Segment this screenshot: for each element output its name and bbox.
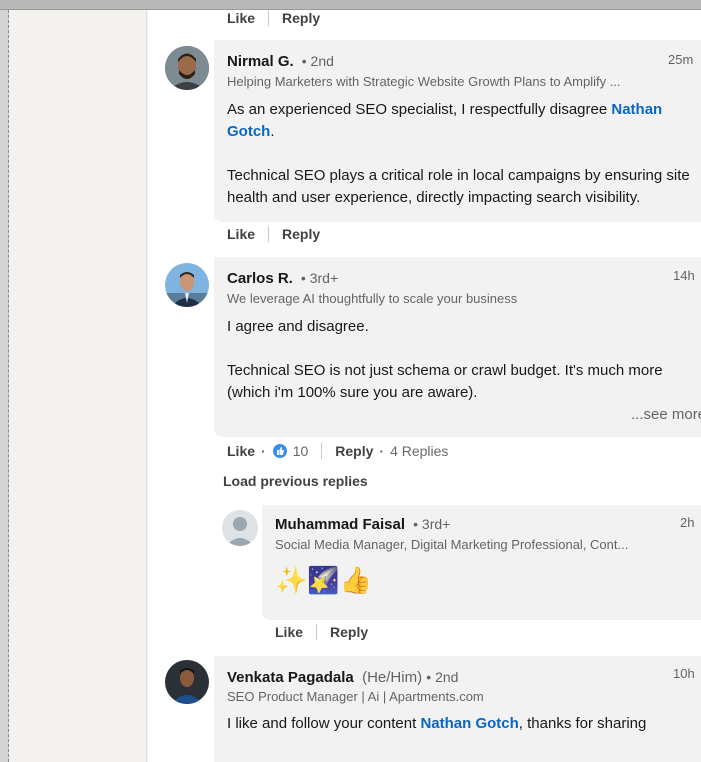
connection-degree: • 2nd: [426, 669, 459, 685]
comment-paragraph: Technical SEO is not just schema or craw…: [227, 362, 663, 401]
default-avatar-icon: [222, 510, 258, 546]
commenter-name-text[interactable]: Muhammad Faisal: [275, 516, 405, 533]
commenter-headline: Helping Marketers with Strategic Website…: [227, 74, 621, 89]
comment-text-part: I like and follow your content: [227, 715, 421, 732]
commenter-headline: Social Media Manager, Digital Marketing …: [275, 537, 629, 552]
reply-button[interactable]: Reply: [335, 443, 373, 459]
reply-button[interactable]: Reply: [330, 624, 368, 640]
commenter-name-text[interactable]: Carlos R.: [227, 270, 293, 287]
divider: [268, 226, 270, 242]
commenter-name-text[interactable]: Venkata Pagadala: [227, 669, 354, 686]
comment-time: 10h: [673, 666, 695, 681]
avatar-photo-icon: [165, 660, 209, 704]
like-button[interactable]: Like: [227, 10, 255, 26]
comment-actions: Like Reply: [227, 10, 320, 26]
commenter-name[interactable]: Nirmal G. • 2nd: [227, 53, 334, 70]
mention-link[interactable]: Nathan Gotch: [420, 715, 518, 732]
commenter-name[interactable]: Venkata Pagadala (He/Him) • 2nd: [227, 669, 458, 686]
see-more-link[interactable]: ...see more: [631, 406, 701, 423]
degree-text: 3rd+: [309, 270, 339, 286]
load-previous-replies-button[interactable]: Load previous replies: [223, 473, 368, 489]
degree-text: 2nd: [435, 669, 459, 685]
reply-button[interactable]: Reply: [282, 226, 320, 242]
divider: [316, 624, 318, 640]
reply-button[interactable]: Reply: [282, 10, 320, 26]
divider: [321, 443, 323, 459]
comment-time: 2h: [680, 515, 695, 530]
comment-text-part: , thanks for sharing: [518, 715, 647, 732]
divider: [268, 10, 270, 26]
avatar-photo-icon: [165, 46, 209, 90]
left-panel-edge: [0, 10, 9, 762]
connection-degree: • 2nd: [297, 53, 334, 69]
separator-dot: ·: [261, 443, 266, 459]
avatar[interactable]: [222, 510, 258, 546]
comment-paragraph: Technical SEO plays a critical role in l…: [227, 167, 690, 206]
reaction-count[interactable]: 10: [293, 443, 309, 459]
connection-degree: • 3rd+: [297, 270, 339, 286]
avatar[interactable]: [165, 660, 209, 704]
avatar[interactable]: [165, 263, 209, 307]
comment-actions: Like Reply: [227, 226, 320, 242]
window-top-bar: [0, 0, 701, 10]
commenter-name[interactable]: Muhammad Faisal • 3rd+: [275, 516, 450, 533]
replies-count[interactable]: 4 Replies: [390, 443, 448, 459]
pronouns: (He/Him): [358, 669, 422, 686]
comment-bubble: Nirmal G. • 2nd 25m Helping Marketers wi…: [214, 40, 701, 222]
reply-bubble: Muhammad Faisal • 3rd+ 2h Social Media M…: [262, 505, 701, 620]
emoji-message: ✨🌠👍: [275, 566, 373, 596]
like-button[interactable]: Like: [227, 443, 255, 459]
commenter-headline: We leverage AI thoughtfully to scale you…: [227, 291, 518, 306]
commenter-name-text[interactable]: Nirmal G.: [227, 53, 294, 70]
sidebar-area: [9, 10, 147, 762]
like-button[interactable]: Like: [227, 226, 255, 242]
comment-bubble: Carlos R. • 3rd+ 14h We leverage AI thou…: [214, 257, 701, 437]
connection-degree: • 3rd+: [409, 516, 451, 532]
comment-text: I like and follow your content Nathan Go…: [227, 713, 701, 735]
comment-text: I agree and disagree.: [227, 318, 369, 335]
avatar[interactable]: [165, 46, 209, 90]
avatar-photo-icon: [165, 263, 209, 307]
commenter-name[interactable]: Carlos R. • 3rd+: [227, 270, 338, 287]
like-reaction-icon[interactable]: [271, 443, 288, 459]
separator-dot: ·: [379, 443, 385, 459]
comment-bubble: Venkata Pagadala (He/Him) • 2nd 10h SEO …: [214, 656, 701, 762]
comment-time: 14h: [673, 268, 695, 283]
comment-text-part: .: [270, 123, 275, 140]
commenter-headline: SEO Product Manager | Ai | Apartments.co…: [227, 689, 484, 704]
degree-text: 3rd+: [421, 516, 451, 532]
comment-time: 25m: [668, 52, 694, 67]
comment-text-part: As an experienced SEO specialist, I resp…: [227, 101, 612, 118]
pronouns-text: (He/Him): [362, 669, 423, 686]
reply-actions: Like Reply: [275, 624, 368, 640]
like-button[interactable]: Like: [275, 624, 303, 640]
degree-text: 2nd: [310, 53, 334, 69]
comment-text: As an experienced SEO specialist, I resp…: [227, 99, 701, 143]
comments-feed: Like Reply Nirmal G. • 2nd 25m Helping M…: [148, 10, 701, 762]
comment-actions: Like · 10 Reply · 4 Replies: [227, 443, 448, 459]
